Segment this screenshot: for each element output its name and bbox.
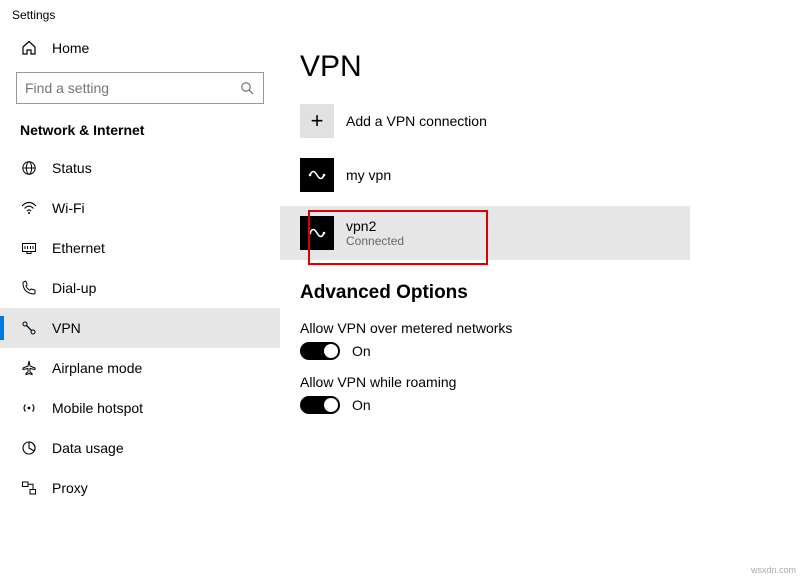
data-icon (20, 440, 38, 456)
sidebar-item-vpn[interactable]: VPN (0, 308, 280, 348)
search-box[interactable] (16, 72, 264, 104)
toggle-roaming-state: On (352, 397, 371, 413)
sidebar-item-label: Status (52, 160, 92, 176)
vpn-connection-icon (300, 216, 334, 250)
sidebar-item-dialup[interactable]: Dial-up (0, 268, 280, 308)
sidebar-item-label: Proxy (52, 480, 88, 496)
sidebar-section-title: Network & Internet (0, 118, 280, 148)
option-roaming-label: Allow VPN while roaming (280, 368, 800, 394)
sidebar-home-label: Home (52, 40, 89, 56)
watermark: wsxdn.com (751, 565, 796, 575)
sidebar-item-label: Wi-Fi (52, 200, 85, 216)
sidebar-item-hotspot[interactable]: Mobile hotspot (0, 388, 280, 428)
sidebar-item-status[interactable]: Status (0, 148, 280, 188)
page-title: VPN (280, 50, 800, 98)
vpn-connection-row[interactable]: vpn2 Connected (280, 206, 690, 260)
add-vpn-label: Add a VPN connection (346, 113, 487, 129)
sidebar-item-proxy[interactable]: Proxy (0, 468, 280, 508)
main-panel: VPN + Add a VPN connection my vpn vpn2 C… (280, 30, 800, 577)
window-title: Settings (0, 0, 800, 30)
toggle-metered[interactable] (300, 342, 340, 360)
phone-icon (20, 280, 38, 296)
globe-icon (20, 160, 38, 176)
sidebar-item-label: Ethernet (52, 240, 105, 256)
vpn-connection-row[interactable]: my vpn (280, 152, 800, 198)
sidebar-item-label: Data usage (52, 440, 124, 456)
vpn-connection-name: vpn2 (346, 218, 404, 234)
toggle-metered-state: On (352, 343, 371, 359)
search-input[interactable] (25, 80, 239, 96)
sidebar-item-label: Airplane mode (52, 360, 142, 376)
sidebar-home[interactable]: Home (0, 30, 280, 66)
toggle-roaming[interactable] (300, 396, 340, 414)
search-icon (239, 80, 255, 96)
airplane-icon (20, 360, 38, 376)
vpn-connection-status: Connected (346, 234, 404, 248)
wifi-icon (20, 200, 38, 216)
ethernet-icon (20, 240, 38, 256)
vpn-connection-name: my vpn (346, 167, 391, 183)
add-vpn-row[interactable]: + Add a VPN connection (280, 98, 800, 144)
sidebar-item-airplane[interactable]: Airplane mode (0, 348, 280, 388)
sidebar-item-label: Mobile hotspot (52, 400, 143, 416)
option-metered-label: Allow VPN over metered networks (280, 314, 800, 340)
sidebar-item-datausage[interactable]: Data usage (0, 428, 280, 468)
advanced-options-heading: Advanced Options (280, 260, 800, 314)
sidebar-item-wifi[interactable]: Wi-Fi (0, 188, 280, 228)
hotspot-icon (20, 400, 38, 416)
sidebar-item-label: Dial-up (52, 280, 96, 296)
sidebar-item-ethernet[interactable]: Ethernet (0, 228, 280, 268)
sidebar-item-label: VPN (52, 320, 81, 336)
home-icon (20, 40, 38, 56)
proxy-icon (20, 480, 38, 496)
sidebar: Home Network & Internet Status Wi-Fi (0, 30, 280, 577)
plus-icon: + (300, 104, 334, 138)
vpn-icon (20, 320, 38, 336)
vpn-connection-icon (300, 158, 334, 192)
